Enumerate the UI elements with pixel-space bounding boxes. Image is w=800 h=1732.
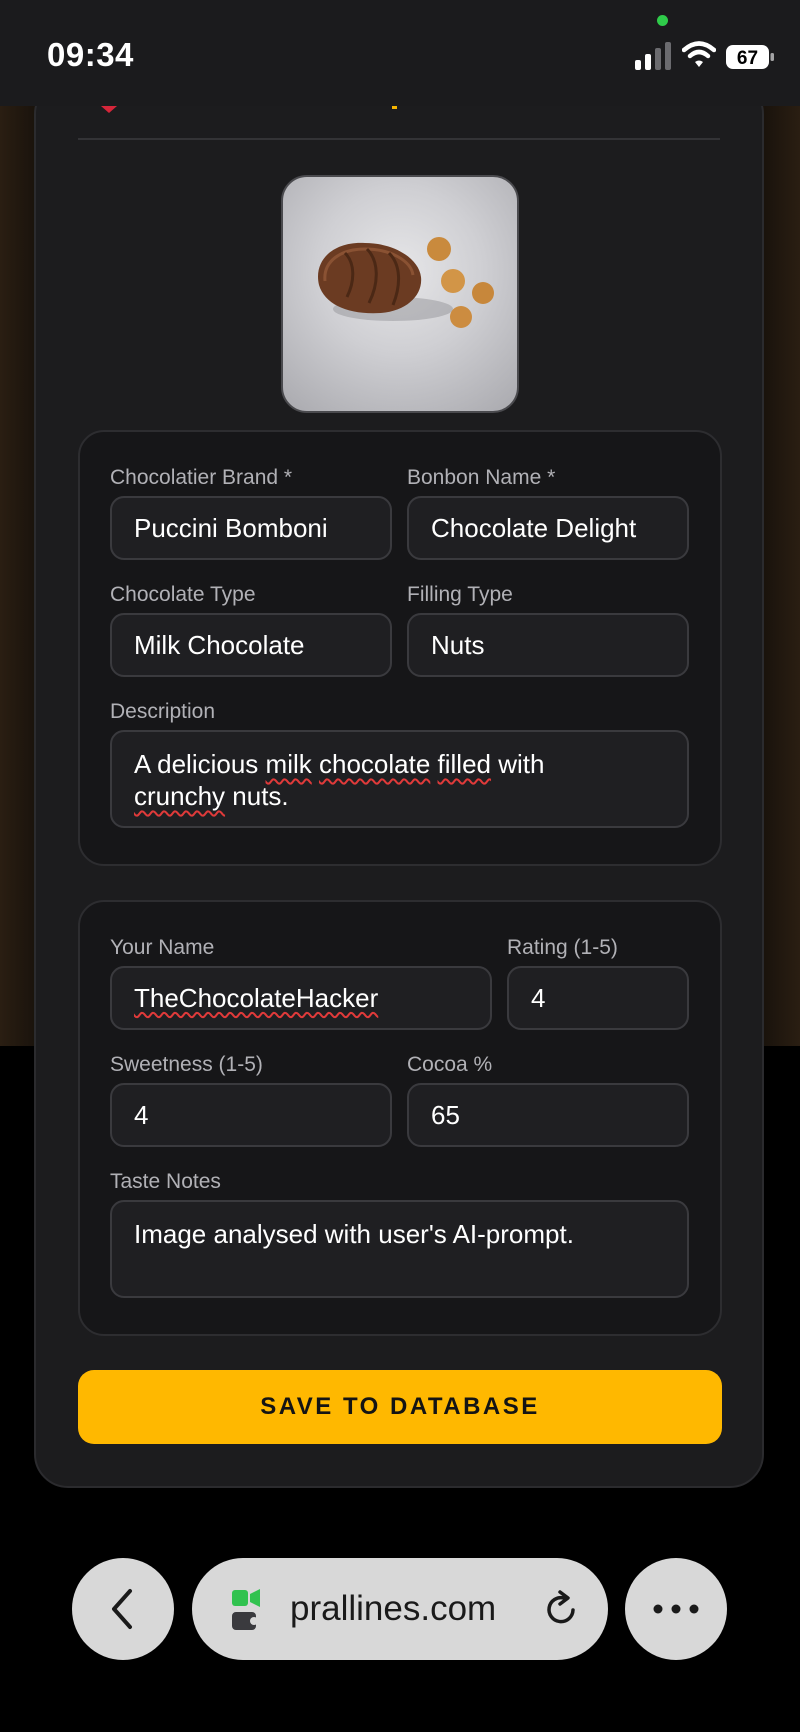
sweetness-label: Sweetness (1-5): [110, 1053, 263, 1076]
taste-notes-textarea[interactable]: Image analysed with user's AI-prompt.: [110, 1200, 689, 1298]
address-bar[interactable]: prallines.com: [192, 1558, 608, 1660]
back-button[interactable]: [72, 1558, 174, 1660]
filling-type-label: Filling Type: [407, 583, 513, 606]
bonbon-name-input[interactable]: Chocolate Delight: [407, 496, 689, 560]
description-text: with: [491, 749, 545, 779]
spellcheck-word: filled: [437, 749, 492, 779]
rating-label: Rating (1-5): [507, 936, 618, 959]
reload-icon[interactable]: [542, 1590, 580, 1628]
status-bar: 09:34 67: [0, 0, 800, 106]
status-time: 09:34: [47, 36, 134, 73]
your-name-value: TheChocolateHacker: [134, 982, 379, 1013]
save-to-database-button[interactable]: SAVE TO DATABASE: [78, 1370, 722, 1444]
battery-icon: 67: [726, 45, 774, 69]
bonbon-photo[interactable]: [281, 175, 519, 413]
camera-indicator-dot: [657, 15, 668, 26]
description-text: [430, 749, 437, 779]
your-name-label: Your Name: [110, 936, 215, 959]
header-decoration-red: [101, 106, 117, 113]
bonbon-details-section: Chocolatier Brand * Puccini Bomboni Bonb…: [78, 430, 722, 866]
brand-label: Chocolatier Brand *: [110, 466, 293, 489]
site-info-icon: [232, 1589, 260, 1630]
chocolate-type-input[interactable]: Milk Chocolate: [110, 613, 392, 677]
cellular-signal-icon: [635, 42, 671, 70]
brand-input[interactable]: Puccini Bomboni: [110, 496, 392, 560]
chocolate-type-label: Chocolate Type: [110, 583, 256, 606]
spellcheck-word: chocolate: [318, 749, 431, 779]
taste-notes-label: Taste Notes: [110, 1170, 221, 1193]
spellcheck-word: milk: [265, 749, 312, 779]
rating-input[interactable]: 4: [507, 966, 689, 1030]
spellcheck-word: crunchy: [134, 781, 226, 811]
bonbon-name-label: Bonbon Name *: [407, 466, 556, 489]
tasting-section: Your Name TheChocolateHacker Rating (1-5…: [78, 900, 722, 1336]
description-textarea[interactable]: A delicious milk chocolate filled with cr…: [110, 730, 689, 828]
sweetness-input[interactable]: 4: [110, 1083, 392, 1147]
description-text: A delicious: [134, 749, 266, 779]
filling-type-input[interactable]: Nuts: [407, 613, 689, 677]
bonbon-image: [318, 237, 494, 328]
chevron-left-icon: [112, 1589, 132, 1629]
battery-level: 67: [737, 48, 758, 69]
cocoa-input[interactable]: 65: [407, 1083, 689, 1147]
description-text: nuts.: [225, 781, 289, 811]
description-label: Description: [110, 700, 216, 723]
cocoa-label: Cocoa %: [407, 1053, 493, 1076]
more-options-button[interactable]: [625, 1558, 727, 1660]
wifi-icon: [682, 41, 716, 67]
ellipsis-icon: [653, 1604, 699, 1614]
your-name-input[interactable]: TheChocolateHacker: [110, 966, 492, 1030]
url-text: prallines.com: [290, 1589, 497, 1628]
description-text: [312, 749, 319, 779]
card-divider: [78, 138, 720, 140]
